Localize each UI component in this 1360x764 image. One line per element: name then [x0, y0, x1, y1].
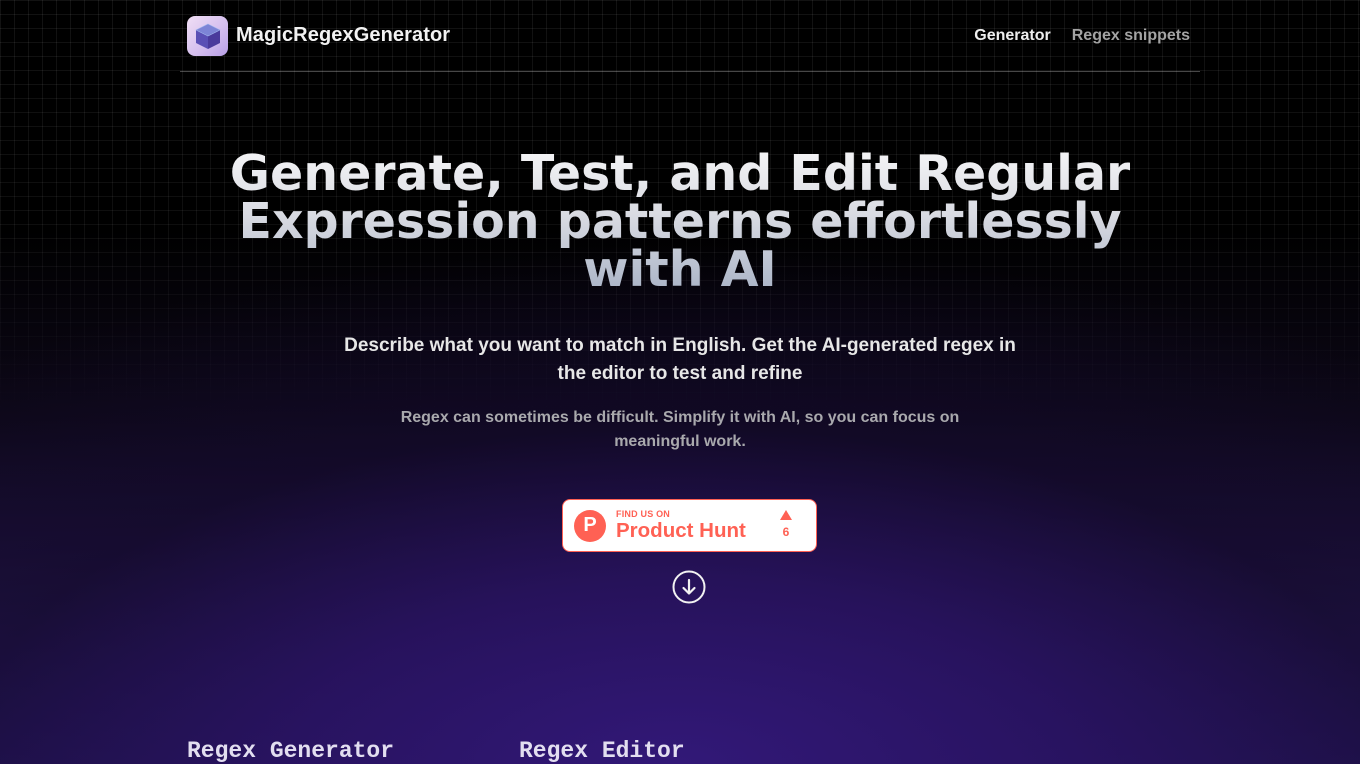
hero-subtext: Regex can sometimes be difficult. Simpli…: [400, 409, 960, 450]
regex-editor-title: Regex Editor: [519, 738, 685, 764]
nav-regex-snippets[interactable]: Regex snippets: [1072, 27, 1190, 45]
hero-lead: Describe what you want to match in Engli…: [344, 335, 1016, 384]
product-hunt-logo-icon: P: [574, 509, 606, 542]
page: MagicRegexGenerator Generator Regex snip…: [0, 0, 1360, 764]
product-hunt-upvotes: 6: [780, 510, 792, 539]
product-hunt-small-label: FIND US ON: [616, 508, 671, 519]
brand-name: MagicRegexGenerator: [236, 24, 451, 46]
nav-generator[interactable]: Generator: [974, 27, 1050, 45]
main-nav: Generator Regex snippets: [974, 27, 1190, 45]
brand-link[interactable]: MagicRegexGenerator: [187, 15, 451, 56]
upvote-count: 6: [782, 525, 790, 539]
hero-section: Generate, Test, and Edit Regular Express…: [0, 149, 1360, 454]
site-header: MagicRegexGenerator Generator Regex snip…: [180, 0, 1200, 72]
upvote-triangle-icon: [780, 510, 792, 520]
hero-title: Generate, Test, and Edit Regular Express…: [210, 149, 1150, 294]
product-hunt-badge[interactable]: P FIND US ON Product Hunt 6: [562, 499, 817, 552]
arrow-down-circle-icon[interactable]: [672, 570, 706, 604]
product-hunt-text: FIND US ON Product Hunt: [616, 509, 746, 543]
product-hunt-big-label: Product Hunt: [616, 518, 746, 542]
regex-generator-title: Regex Generator: [187, 738, 395, 764]
cube-logo-icon: [187, 15, 228, 56]
